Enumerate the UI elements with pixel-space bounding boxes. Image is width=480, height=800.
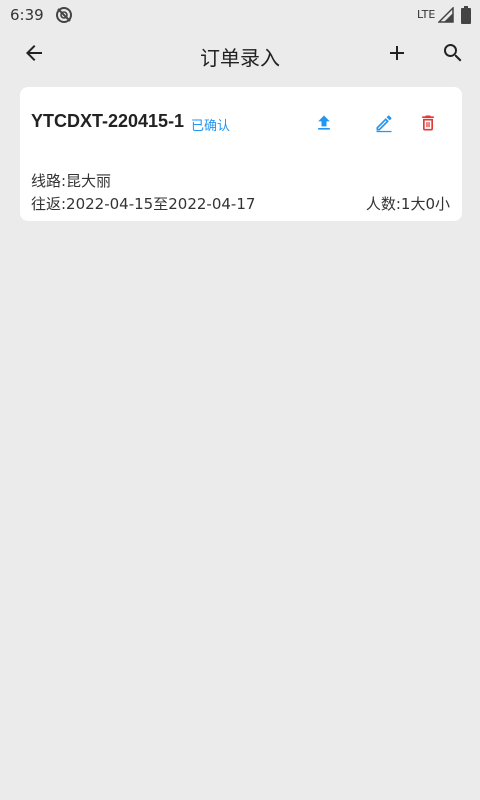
status-time: 6:39 [10, 6, 44, 24]
edit-icon [376, 115, 392, 133]
add-button[interactable] [377, 33, 417, 73]
order-card[interactable]: YTCDXT-220415-1 已确认 线路:昆大丽 往返:2022-04-15… [20, 87, 462, 221]
people-count: 人数:1大0小 [365, 195, 450, 213]
search-button[interactable] [433, 33, 473, 73]
delete-icon [422, 115, 434, 131]
status-badge: 已确认 [191, 119, 231, 134]
plus-icon [390, 46, 404, 60]
route-text: 线路:昆大丽 [31, 172, 112, 190]
upload-icon [318, 115, 330, 130]
edit-button[interactable] [370, 109, 398, 137]
delete-button[interactable] [414, 109, 442, 137]
app-bar: 订单录入 [0, 30, 480, 78]
sync-off-icon [55, 6, 73, 24]
network-type: LTE [417, 8, 436, 21]
search-icon [444, 44, 462, 62]
upload-button[interactable] [310, 109, 338, 137]
arrow-left-icon [26, 45, 42, 61]
status-bar: 6:39 LTE [0, 0, 480, 30]
battery-icon [460, 6, 472, 24]
back-button[interactable] [14, 33, 54, 73]
order-number: YTCDXT-220415-1 [31, 111, 185, 131]
dates-text: 往返:2022-04-15至2022-04-17 [31, 195, 256, 213]
signal-icon [437, 6, 454, 23]
